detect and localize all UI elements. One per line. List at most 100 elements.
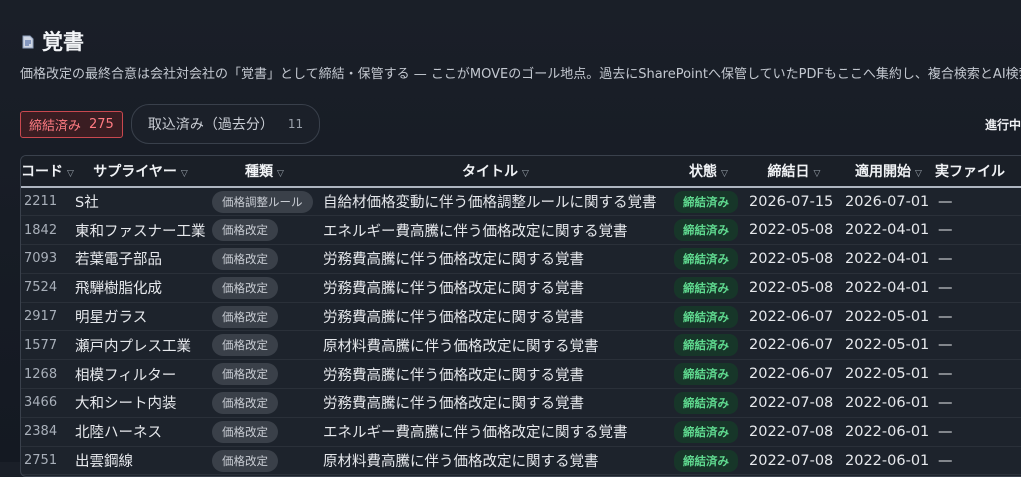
column-header-effective-date[interactable]: 適用開始 ▽ bbox=[842, 156, 935, 188]
table-row[interactable]: 1268 相模フィルター 価格改定 労務費高騰に伴う価格改定に関する覚書 締結済み 202… bbox=[21, 360, 1021, 389]
type-badge: 価格改定 bbox=[212, 247, 278, 270]
effective-date-value: 2022-05-01 bbox=[845, 366, 930, 383]
tab-imported[interactable]: 取込済み（過去分） 11 bbox=[130, 104, 321, 144]
status-badge: 締結済み bbox=[674, 247, 738, 270]
tab-signed-count: 275 bbox=[89, 116, 114, 132]
type-badge: 価格調整ルール bbox=[212, 190, 313, 213]
cell-file: — bbox=[935, 389, 1021, 418]
cell-effective-date: 2022-05-01 bbox=[842, 360, 935, 389]
filter-tabs: 締結済み 275 取込済み（過去分） 11 bbox=[20, 104, 321, 144]
cell-signed-date: 2022-06-07 bbox=[746, 331, 842, 360]
table-row[interactable]: 3466 大和シート内装 価格改定 労務費高騰に伴う価格改定に関する覚書 締結済み 202… bbox=[21, 389, 1021, 418]
code-value: 2751 bbox=[24, 453, 58, 469]
sort-icon[interactable]: ▽ bbox=[915, 169, 922, 179]
table-row[interactable]: 2751 出雲鋼線 価格改定 原材料費高騰に伴う価格改定に関する覚書 締結済み 2022-… bbox=[21, 446, 1021, 475]
status-badge: 締結済み bbox=[674, 391, 738, 414]
effective-date-value: 2022-04-01 bbox=[845, 222, 930, 239]
signed-date-value: 2022-05-08 bbox=[749, 250, 834, 267]
supplier-value: 東和ファスナー工業 bbox=[75, 223, 206, 240]
supplier-value: 瀬戸内プレス工業 bbox=[75, 338, 191, 355]
file-value: — bbox=[938, 279, 953, 296]
cell-status: 締結済み bbox=[671, 187, 746, 216]
table-row[interactable]: 2384 北陸ハーネス 価格改定 エネルギー費高騰に伴う価格改定に関する覚書 締結済み 2… bbox=[21, 417, 1021, 447]
table-row[interactable]: 2211 S社 価格調整ルール 自給材価格変動に伴う価格調整ルールに関する覚書 締結済み… bbox=[21, 187, 1021, 216]
cell-title: 原材料費高騰に伴う価格改定に関する覚書 bbox=[320, 331, 671, 360]
status-badge: 締結済み bbox=[674, 219, 738, 242]
status-badge: 締結済み bbox=[674, 363, 738, 386]
cell-file: — bbox=[935, 273, 1021, 302]
cell-signed-date: 2022-07-08 bbox=[746, 389, 842, 418]
file-value: — bbox=[938, 394, 953, 411]
cell-type: 価格改定 bbox=[209, 302, 320, 331]
column-header-signed-date[interactable]: 締結日 ▽ bbox=[746, 156, 842, 188]
cell-effective-date: 2022-05-01 bbox=[842, 302, 935, 331]
status-badge: 締結済み bbox=[674, 276, 738, 299]
cell-code: 7524 bbox=[21, 273, 72, 302]
cell-code: 1842 bbox=[21, 216, 72, 245]
file-value: — bbox=[938, 193, 953, 210]
title-value: 労務費高騰に伴う価格改定に関する覚書 bbox=[323, 396, 584, 413]
effective-date-value: 2026-07-01 bbox=[845, 193, 930, 210]
signed-date-value: 2022-05-08 bbox=[749, 222, 834, 239]
code-value: 2211 bbox=[24, 194, 58, 210]
file-value: — bbox=[938, 308, 953, 325]
column-header-label: 種類 bbox=[245, 164, 274, 180]
page-title: 覚書 bbox=[42, 30, 84, 54]
code-value: 7093 bbox=[24, 251, 58, 267]
cell-type: 価格改定 bbox=[209, 417, 320, 446]
signed-date-value: 2022-07-08 bbox=[749, 394, 834, 411]
code-value: 7524 bbox=[24, 280, 58, 296]
cell-title: 労務費高騰に伴う価格改定に関する覚書 bbox=[320, 302, 671, 331]
tab-imported-count: 11 bbox=[287, 117, 304, 131]
column-header-label: 実ファイル bbox=[935, 164, 1005, 180]
column-header-supplier[interactable]: サプライヤー ▽ bbox=[72, 156, 209, 188]
column-header-label: 適用開始 bbox=[855, 164, 912, 180]
sort-icon[interactable]: ▽ bbox=[277, 169, 284, 179]
sort-icon[interactable]: ▽ bbox=[522, 169, 529, 179]
code-value: 1842 bbox=[24, 222, 58, 238]
status-badge: 締結済み bbox=[674, 334, 738, 357]
cell-supplier: 若葉電子部品 bbox=[72, 245, 209, 274]
sort-icon[interactable]: ▽ bbox=[67, 169, 74, 179]
cell-effective-date: 2022-04-01 bbox=[842, 216, 935, 245]
table-body: 2211 S社 価格調整ルール 自給材価格変動に伴う価格調整ルールに関する覚書 締結済み… bbox=[21, 187, 1021, 475]
cell-status: 締結済み bbox=[671, 302, 746, 331]
column-header-title[interactable]: タイトル ▽ bbox=[320, 156, 671, 188]
type-badge: 価格改定 bbox=[212, 363, 278, 386]
type-badge: 価格改定 bbox=[212, 391, 278, 414]
cell-code: 7093 bbox=[21, 245, 72, 274]
cell-title: エネルギー費高騰に伴う価格改定に関する覚書 bbox=[320, 417, 671, 446]
title-value: 自給材価格変動に伴う価格調整ルールに関する覚書 bbox=[323, 195, 657, 212]
cell-type: 価格改定 bbox=[209, 360, 320, 389]
effective-date-value: 2022-05-01 bbox=[845, 337, 930, 354]
column-header-file[interactable]: 実ファイル bbox=[935, 156, 1021, 188]
column-header-code[interactable]: コード ▽ bbox=[21, 156, 74, 188]
title-value: エネルギー費高騰に伴う価格改定に関する覚書 bbox=[323, 425, 628, 442]
sort-icon[interactable]: ▽ bbox=[721, 169, 728, 179]
signed-date-value: 2022-05-08 bbox=[749, 279, 834, 296]
progress-tab[interactable]: 進行中 bbox=[985, 116, 1021, 133]
table-row[interactable]: 7093 若葉電子部品 価格改定 労務費高騰に伴う価格改定に関する覚書 締結済み 2022… bbox=[21, 245, 1021, 274]
table-row[interactable]: 1842 東和ファスナー工業 価格改定 エネルギー費高騰に伴う価格改定に関する覚書 締結… bbox=[21, 216, 1021, 245]
table-row[interactable]: 2917 明星ガラス 価格改定 労務費高騰に伴う価格改定に関する覚書 締結済み 2022-… bbox=[21, 302, 1021, 331]
sort-icon[interactable]: ▽ bbox=[181, 169, 188, 179]
supplier-value: 相模フィルター bbox=[75, 367, 177, 384]
cell-supplier: 東和ファスナー工業 bbox=[72, 216, 209, 245]
tab-signed[interactable]: 締結済み 275 bbox=[20, 110, 123, 138]
column-header-type[interactable]: 種類 ▽ bbox=[209, 156, 320, 188]
cell-file: — bbox=[935, 360, 1021, 389]
column-header-status[interactable]: 状態 ▽ bbox=[671, 156, 746, 188]
table-row[interactable]: 7524 飛騨樹脂化成 価格改定 労務費高騰に伴う価格改定に関する覚書 締結済み 2022… bbox=[21, 273, 1021, 303]
table-row[interactable]: 1577 瀬戸内プレス工業 価格改定 原材料費高騰に伴う価格改定に関する覚書 締結済み 2… bbox=[21, 331, 1021, 360]
cell-title: 労務費高騰に伴う価格改定に関する覚書 bbox=[320, 245, 671, 274]
signed-date-value: 2022-06-07 bbox=[749, 337, 834, 354]
type-badge: 価格改定 bbox=[212, 334, 278, 357]
cell-file: — bbox=[935, 302, 1021, 331]
file-value: — bbox=[938, 250, 953, 267]
cell-signed-date: 2022-06-07 bbox=[746, 302, 842, 331]
file-value: — bbox=[938, 337, 953, 354]
supplier-value: S社 bbox=[75, 195, 99, 212]
sort-icon[interactable]: ▽ bbox=[814, 169, 821, 179]
cell-file: — bbox=[935, 187, 1021, 216]
type-badge: 価格改定 bbox=[212, 305, 278, 328]
